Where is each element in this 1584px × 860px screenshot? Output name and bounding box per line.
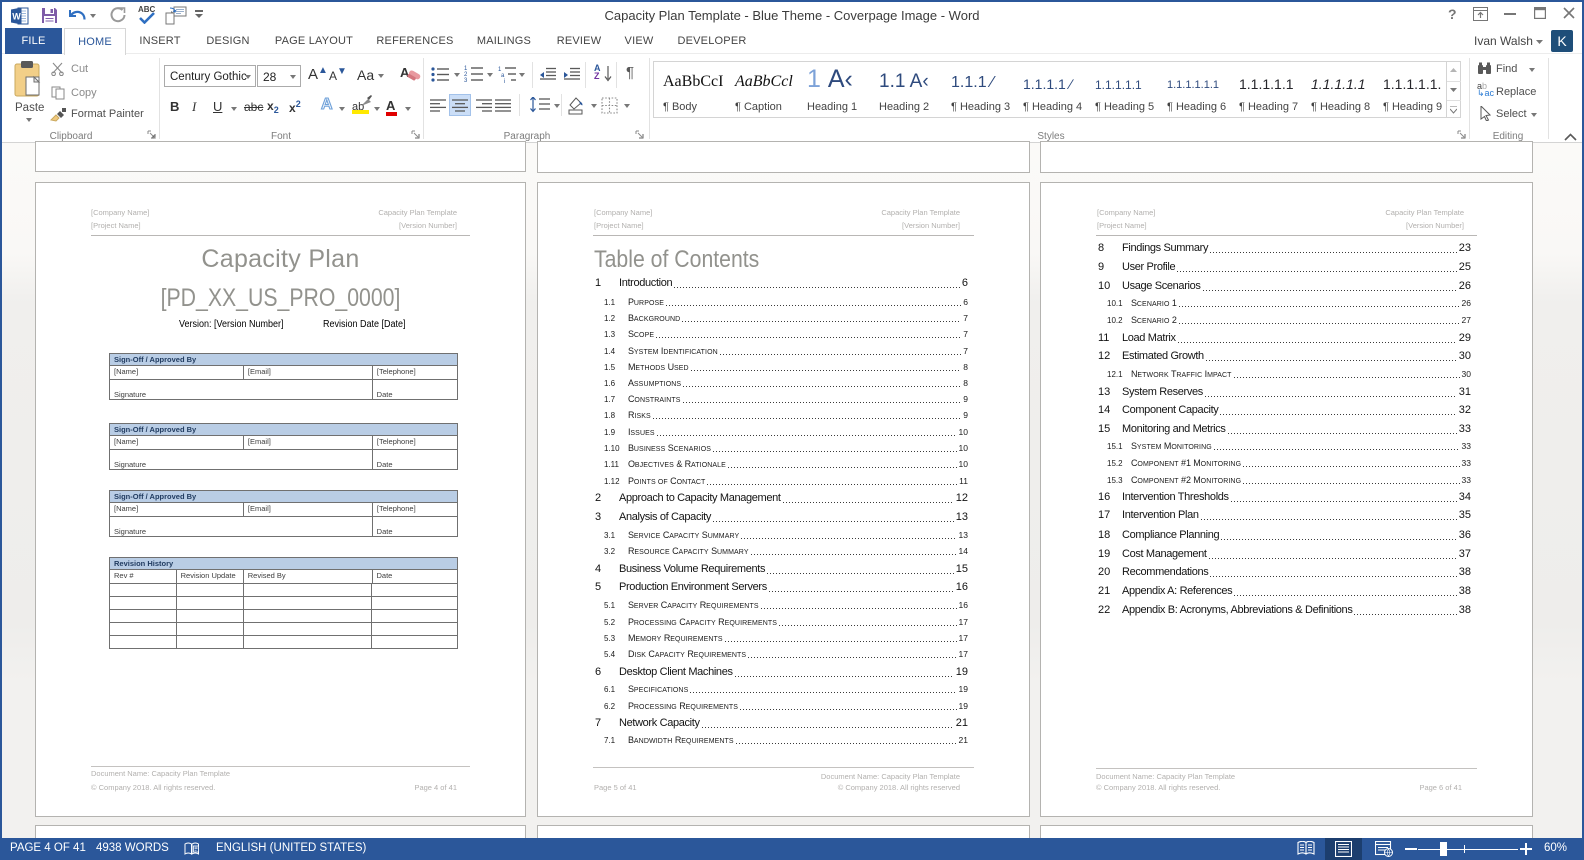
svg-text:i: i <box>504 79 505 83</box>
svg-text:W: W <box>12 12 21 22</box>
svg-text:3: 3 <box>464 78 468 83</box>
